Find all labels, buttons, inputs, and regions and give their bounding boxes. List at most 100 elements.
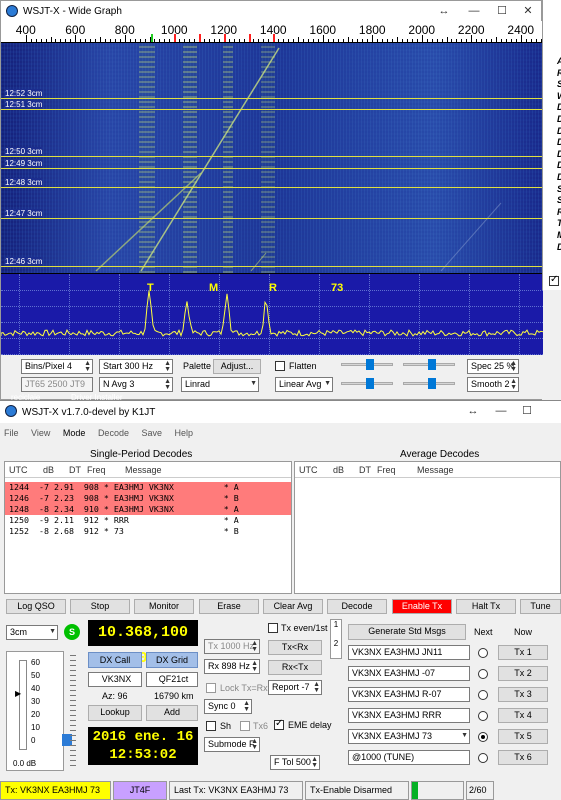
decode-row[interactable]: 1246 -7 2.23 908 * EA3HMJ VK3NX * B — [5, 493, 291, 504]
tx3-button[interactable]: Tx 3 — [498, 687, 548, 702]
tune-button[interactable]: Tune — [520, 599, 561, 614]
gain-slider[interactable] — [341, 359, 393, 370]
tab-2[interactable]: 2 — [331, 639, 341, 648]
single-period-decodes[interactable]: UTC dB DT Freq Message 1244 -7 2.91 908 … — [4, 461, 292, 594]
start-freq-spinbox[interactable]: Start 300 Hz ▲ ▼ — [99, 359, 173, 374]
monitor-button[interactable]: Monitor — [134, 599, 194, 614]
log-qso-button[interactable]: Log QSO — [6, 599, 66, 614]
next-radio-5[interactable] — [478, 732, 488, 742]
freq-tick — [30, 39, 32, 42]
band-dropdown[interactable]: 3cm ▼ — [6, 625, 58, 640]
dx-call-field[interactable]: VK3NX — [88, 672, 142, 687]
zero-slider[interactable] — [403, 359, 455, 370]
tx6-button[interactable]: Tx 6 — [498, 750, 548, 765]
tx-message-field-3[interactable]: VK3NX EA3HMJ R-07 — [348, 687, 470, 702]
main-titlebar: WSJT-X v1.7.0-devel by K1JT ↔ — ☐ — [0, 401, 561, 423]
minimize-button[interactable]: — — [461, 3, 487, 19]
decode-row[interactable]: 1244 -7 2.91 908 * EA3HMJ VK3NX * A — [5, 482, 291, 493]
menu-save[interactable]: Save — [141, 428, 162, 438]
submode-spinbox[interactable]: Submode F ▲ ▼ — [204, 737, 260, 752]
col-message: Message — [125, 465, 162, 475]
stop-button[interactable]: Stop — [70, 599, 130, 614]
tx-message-field-4[interactable]: VK3NX EA3HMJ RRR — [348, 708, 470, 723]
tx1-button[interactable]: Tx 1 — [498, 645, 548, 660]
tx2-button[interactable]: Tx 2 — [498, 666, 548, 681]
ftol-spinbox[interactable]: F Tol 500 ▲ ▼ — [270, 755, 320, 770]
menu-decode[interactable]: Decode — [98, 428, 129, 438]
flatten-checkbox[interactable] — [275, 361, 285, 371]
tx5-button[interactable]: Tx 5 — [498, 729, 548, 744]
average-decodes[interactable]: UTC dB DT Freq Message — [294, 461, 561, 594]
next-radio-2[interactable] — [478, 669, 488, 679]
sync-spinbox[interactable]: Sync 0 ▲ ▼ — [204, 699, 252, 714]
dx-grid-button[interactable]: DX Grid — [146, 652, 198, 668]
freq-tick — [486, 39, 488, 42]
average-mode-dropdown[interactable]: Linear Avg ▼ — [275, 377, 333, 392]
maximize-button[interactable]: ☐ — [489, 3, 515, 19]
close-button[interactable]: ✕ — [515, 3, 541, 19]
frequency-axis[interactable]: 400 600 800 1000 1200 1400 1600 1800 2000 2200 240… — [1, 21, 547, 43]
message-tabs[interactable]: 1 2 — [330, 619, 342, 659]
dx-call-button[interactable]: DX Call — [88, 652, 142, 668]
enable-tx-button[interactable]: Enable Tx — [392, 599, 452, 614]
decode-row[interactable]: 1252 -8 2.68 912 * 73 * B — [5, 526, 291, 537]
tx-from-rx-button[interactable]: Tx<Rx — [268, 640, 322, 655]
menu-file[interactable]: File — [4, 428, 19, 438]
rx-from-tx-button[interactable]: Rx<Tx — [268, 660, 322, 675]
tx-message-field-2[interactable]: VK3NX EA3HMJ -07 — [348, 666, 470, 681]
generate-std-msgs-button[interactable]: Generate Std Msgs — [348, 624, 466, 640]
maximize-button[interactable]: ☐ — [514, 403, 540, 419]
decode-row[interactable]: 1250 -9 2.11 912 * RRR * A — [5, 515, 291, 526]
spectrum-display[interactable]: T M R 73 — [1, 273, 543, 355]
side-checkbox[interactable] — [549, 274, 559, 286]
resize-icon[interactable]: ↔ — [431, 3, 457, 19]
spec-gain-slider[interactable] — [341, 378, 393, 389]
menu-view[interactable]: View — [31, 428, 50, 438]
clear-avg-button[interactable]: Clear Avg — [263, 599, 323, 614]
palette-dropdown[interactable]: Linrad ▼ — [181, 377, 259, 392]
tx4-button[interactable]: Tx 4 — [498, 708, 548, 723]
bins-per-pixel-spinbox[interactable]: Bins/Pixel 4 ▲ ▼ — [21, 359, 93, 374]
report-spinbox[interactable]: Report -7 ▲ ▼ — [268, 680, 322, 695]
rx-freq-spinbox[interactable]: Rx 898 Hz ▲ ▼ — [204, 659, 260, 674]
spec-zero-slider[interactable] — [403, 378, 455, 389]
decode-row[interactable]: 1248 -8 2.34 910 * EA3HMJ VK3NX * A — [5, 504, 291, 515]
tx-message-field-1[interactable]: VK3NX EA3HMJ JN11 — [348, 645, 470, 660]
waterfall-display[interactable]: 12:52 3cm 12:51 3cm 12:50 3cm 12:49 3cm 12:4… — [1, 43, 543, 273]
halt-tx-button[interactable]: Halt Tx — [456, 599, 516, 614]
side-panel-letter: W — [557, 91, 561, 101]
signal-level-meter: 60 50 40 30 20 10 0 ▶ 0.0 dB — [6, 651, 64, 771]
tx-message-field-6[interactable]: @1000 (TUNE) — [348, 750, 470, 765]
add-button[interactable]: Add — [146, 705, 198, 721]
tab-1[interactable]: 1 — [331, 620, 341, 629]
spectrum-marker-label: T — [147, 282, 154, 294]
lock-txrx-checkbox[interactable] — [206, 683, 216, 693]
next-radio-1[interactable] — [478, 648, 488, 658]
sh-checkbox[interactable] — [206, 721, 216, 731]
freq-tick — [451, 39, 453, 42]
menu-help[interactable]: Help — [175, 428, 194, 438]
erase-button[interactable]: Erase — [199, 599, 259, 614]
tx-even-checkbox[interactable] — [268, 623, 278, 633]
spec-percent-spinbox[interactable]: Spec 25 % ▲ ▼ — [467, 359, 519, 374]
resize-icon[interactable]: ↔ — [460, 403, 486, 419]
freq-tick — [496, 37, 497, 42]
freq-tick — [525, 39, 527, 42]
side-panel-letter: S — [557, 79, 561, 89]
decode-button[interactable]: Decode — [327, 599, 387, 614]
navg-spinbox[interactable]: N Avg 3 ▲ ▼ — [99, 377, 173, 392]
tx6-checkbox[interactable] — [240, 721, 250, 731]
lock-txrx-label: Lock Tx=Rx — [220, 683, 268, 693]
adjust-button[interactable]: Adjust... — [213, 359, 261, 374]
next-radio-6[interactable] — [478, 753, 488, 763]
minimize-button[interactable]: — — [488, 403, 514, 419]
decode-rows: 1244 -7 2.91 908 * EA3HMJ VK3NX * A 1246 … — [5, 482, 291, 537]
lookup-button[interactable]: Lookup — [88, 705, 142, 721]
smooth-spinbox[interactable]: Smooth 2 ▲ ▼ — [467, 377, 519, 392]
menu-mode[interactable]: Mode — [63, 428, 86, 438]
dx-grid-field[interactable]: QF21ct — [146, 672, 198, 687]
eme-delay-checkbox[interactable] — [274, 718, 284, 730]
next-radio-3[interactable] — [478, 690, 488, 700]
next-radio-4[interactable] — [478, 711, 488, 721]
tx-message-field-5[interactable]: VK3NX EA3HMJ 73 ▼ — [348, 729, 470, 744]
